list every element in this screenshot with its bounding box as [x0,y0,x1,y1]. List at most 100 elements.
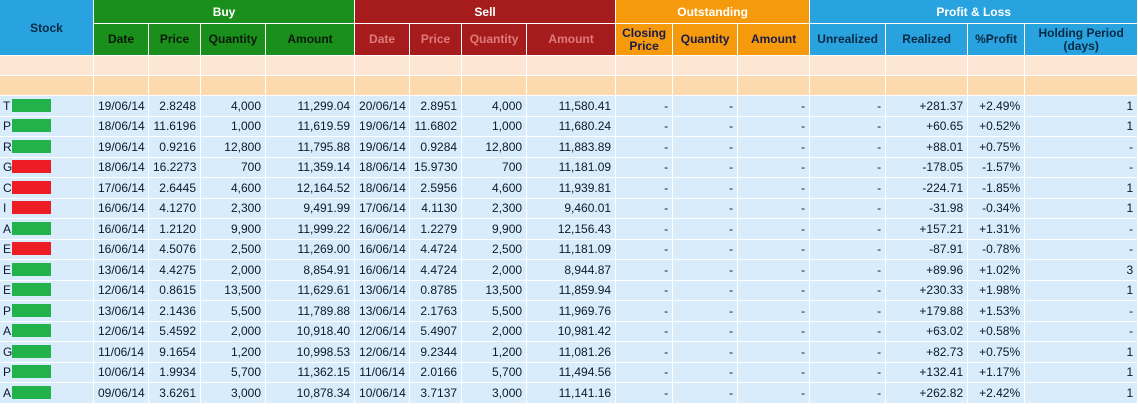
realized-cell: +60.65 [886,116,969,137]
stock-ticker[interactable]: G [3,345,12,359]
outstanding-quantity-header[interactable]: Quantity [673,24,739,56]
stock-ticker[interactable]: R [3,140,12,154]
percent-profit-cell: +2.49% [968,96,1026,117]
stock-ticker[interactable]: A [3,324,12,338]
stock-cell[interactable]: P [0,362,94,383]
outstanding-amount-header[interactable]: Amount [738,24,811,56]
table-row[interactable]: A 12/06/14 5.4592 2,000 10,918.40 12/06/14 5.4… [0,321,1138,342]
sell-amount-header[interactable]: Amount [527,24,617,56]
unrealized-header[interactable]: Unrealized [810,24,887,56]
stock-cell[interactable]: E [0,239,94,260]
table-row[interactable]: E 13/06/14 4.4275 2,000 8,854.91 16/06/14 4.47… [0,260,1138,281]
holding-period-header[interactable]: Holding Period (days) [1025,24,1138,56]
outstanding-amount-cell: - [738,260,811,281]
buy-quantity-cell: 3,000 [201,383,266,404]
stock-ticker[interactable]: T [3,99,12,113]
buy-amount-cell: 10,918.40 [266,321,356,342]
unrealized-cell: - [810,137,887,158]
realized-cell: +89.96 [886,260,969,281]
stock-ticker[interactable]: P [3,119,12,133]
table-row[interactable]: R 19/06/14 0.9216 12,800 11,795.88 19/06/14 0.… [0,137,1138,158]
outstanding-amount-cell: - [738,280,811,301]
stock-ticker[interactable]: A [3,386,12,400]
buy-amount-cell: 11,999.22 [266,219,356,240]
table-row[interactable]: P 18/06/14 11.6196 1,000 11,619.59 19/06/14 11… [0,116,1138,137]
table-row[interactable]: I 16/06/14 4.1270 2,300 9,491.99 17/06/14 4.11… [0,198,1138,219]
outstanding-amount-cell: - [738,157,811,178]
table-row[interactable]: G 11/06/14 9.1654 1,200 10,998.53 12/06/14 9.2… [0,342,1138,363]
trade-history-table: Stock Buy Sell Outstanding Profit & Loss… [0,0,1138,404]
percent-profit-header[interactable]: %Profit [968,24,1026,56]
stock-cell[interactable]: T [0,96,94,117]
stock-ticker[interactable]: E [3,263,12,277]
sell-amount-cell: 11,081.26 [527,342,617,363]
outstanding-amount-cell: - [738,321,811,342]
sell-date-header[interactable]: Date [355,24,411,56]
outstanding-quantity-cell: - [673,280,739,301]
loss-indicator-bar [12,242,51,256]
buy-price-cell: 1.2120 [149,219,201,240]
gain-indicator-bar [12,365,51,379]
table-row[interactable]: T 19/06/14 2.8248 4,000 11,299.04 20/06/14 2.8… [0,96,1138,117]
buy-quantity-header[interactable]: Quantity [201,24,266,56]
table-row[interactable]: E 12/06/14 0.8615 13,500 11,629.61 13/06/14 0.… [0,280,1138,301]
buy-price-header[interactable]: Price [149,24,201,56]
percent-profit-cell: +1.98% [968,280,1026,301]
table-row[interactable]: P 10/06/14 1.9934 5,700 11,362.15 11/06/14 2.0… [0,362,1138,383]
unrealized-cell: - [810,342,887,363]
stock-cell[interactable]: P [0,116,94,137]
outstanding-amount-cell: - [738,198,811,219]
buy-amount-cell: 11,359.14 [266,157,356,178]
stock-ticker[interactable]: A [3,222,12,236]
unrealized-cell: - [810,260,887,281]
closing-price-header[interactable]: Closing Price [616,24,674,56]
stock-cell[interactable]: G [0,342,94,363]
buy-amount-header[interactable]: Amount [266,24,356,56]
stock-header[interactable]: Stock [0,0,94,56]
buy-date-cell: 12/06/14 [94,280,149,301]
buy-date-cell: 13/06/14 [94,260,149,281]
sell-date-cell: 16/06/14 [355,239,411,260]
table-row[interactable]: A 16/06/14 1.2120 9,900 11,999.22 16/06/14 1.2… [0,219,1138,240]
table-row[interactable]: P 13/06/14 2.1436 5,500 11,789.88 13/06/14 2.1… [0,301,1138,322]
closing-price-cell: - [616,96,674,117]
stock-cell[interactable]: E [0,260,94,281]
table-row[interactable]: E 16/06/14 4.5076 2,500 11,269.00 16/06/14 4.4… [0,239,1138,260]
holding-period-cell: - [1025,157,1138,178]
sell-quantity-header[interactable]: Quantity [462,24,528,56]
holding-period-cell: 1 [1025,116,1138,137]
realized-header[interactable]: Realized [886,24,969,56]
stock-ticker[interactable]: G [3,160,12,174]
sell-price-header[interactable]: Price [410,24,463,56]
table-row[interactable]: G 18/06/14 16.2273 700 11,359.14 18/06/14 15.9… [0,157,1138,178]
buy-amount-cell: 12,164.52 [266,178,356,199]
buy-date-cell: 19/06/14 [94,137,149,158]
sell-date-cell: 16/06/14 [355,260,411,281]
table-row[interactable]: A 09/06/14 3.6261 3,000 10,878.34 10/06/14 3.7… [0,383,1138,404]
stock-cell[interactable]: C [0,178,94,199]
buy-amount-cell: 11,795.88 [266,137,356,158]
stock-ticker[interactable]: E [3,242,12,256]
realized-cell: +157.21 [886,219,969,240]
stock-cell[interactable]: E [0,280,94,301]
stock-ticker[interactable]: I [3,201,12,215]
stock-cell[interactable]: R [0,137,94,158]
stock-ticker[interactable]: P [3,304,12,318]
buy-date-cell: 18/06/14 [94,116,149,137]
stock-cell[interactable]: I [0,198,94,219]
buy-price-cell: 0.8615 [149,280,201,301]
stock-cell[interactable]: P [0,301,94,322]
outstanding-amount-cell: - [738,239,811,260]
stock-ticker[interactable]: P [3,365,12,379]
stock-ticker[interactable]: C [3,181,12,195]
closing-price-cell: - [616,321,674,342]
stock-cell[interactable]: A [0,383,94,404]
buy-date-cell: 16/06/14 [94,239,149,260]
stock-cell[interactable]: G [0,157,94,178]
realized-cell: +63.02 [886,321,969,342]
table-row[interactable]: C 17/06/14 2.6445 4,600 12,164.52 18/06/14 2.5… [0,178,1138,199]
stock-cell[interactable]: A [0,219,94,240]
stock-ticker[interactable]: E [3,283,12,297]
buy-date-header[interactable]: Date [94,24,149,56]
stock-cell[interactable]: A [0,321,94,342]
